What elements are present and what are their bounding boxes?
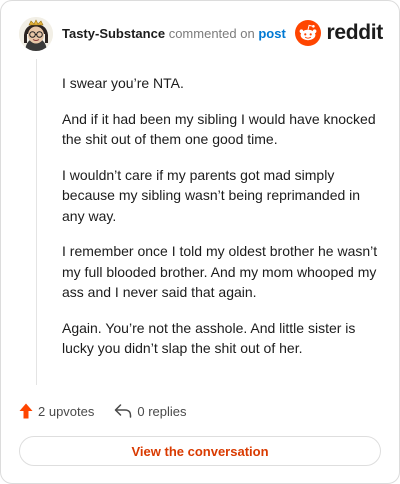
comment-paragraph: I wouldn’t care if my parents got mad si…	[62, 166, 361, 224]
brand-wordmark: reddit	[326, 21, 383, 44]
comment-body: I swear you’re NTA. And if it had been m…	[62, 73, 382, 374]
comment-paragraph: Again. You’re not the asshole. And littl…	[62, 319, 356, 357]
comment-paragraph: And if it had been my sibling I would ha…	[62, 110, 376, 148]
byline-verb: commented on	[168, 26, 255, 41]
avatar[interactable]	[19, 17, 53, 51]
post-link[interactable]: post	[258, 26, 285, 41]
reply-icon	[115, 404, 132, 418]
upvote-count: 2 upvotes	[38, 403, 95, 419]
view-conversation-label: View the conversation	[131, 443, 269, 459]
comment-header: Tasty-Substance commented on post reddit	[19, 17, 383, 53]
reddit-brand[interactable]: reddit	[295, 19, 383, 47]
avatar-icon	[19, 17, 53, 51]
comment-actions: 2 upvotes 0 replies	[19, 401, 207, 421]
comment-embed-card: Tasty-Substance commented on post reddit…	[0, 0, 400, 484]
byline: Tasty-Substance commented on post	[62, 26, 286, 42]
comment-paragraph: I remember once I told my oldest brother…	[62, 243, 378, 300]
username-link[interactable]: Tasty-Substance	[62, 26, 165, 41]
thread-line	[36, 59, 37, 385]
upvote-arrow-icon	[19, 403, 33, 419]
view-conversation-button[interactable]: View the conversation	[19, 436, 381, 466]
reply-count: 0 replies	[137, 403, 187, 419]
upvote-button[interactable]: 2 upvotes	[19, 403, 94, 419]
comment-paragraph: I swear you’re NTA.	[62, 75, 184, 91]
reply-button[interactable]: 0 replies	[114, 403, 187, 419]
reddit-logo-icon	[295, 20, 322, 46]
